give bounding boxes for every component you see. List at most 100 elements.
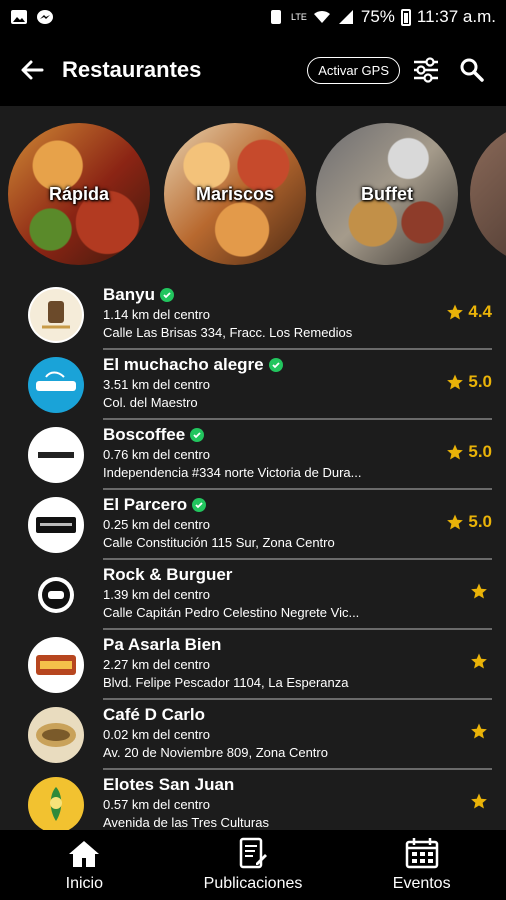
star-icon (471, 793, 487, 809)
star-icon (447, 374, 464, 390)
edit-document-icon (239, 837, 267, 869)
activate-gps-button[interactable]: Activar GPS (307, 56, 400, 84)
rating: 5.0 (446, 372, 492, 392)
restaurant-address: Calle Capitán Pedro Celestino Negrete Vi… (103, 605, 360, 620)
restaurant-distance: 3.51 km del centro (103, 377, 210, 392)
nav-posts-label: Publicaciones (203, 875, 303, 892)
app-bar: Restaurantes Activar GPS (0, 34, 506, 106)
rating-value: 5.0 (468, 512, 492, 531)
restaurant-logo (28, 567, 84, 623)
category-carousel[interactable]: Rápida Mariscos Buffet (0, 123, 506, 265)
nav-posts[interactable]: Publicaciones (169, 830, 338, 900)
restaurant-logo (28, 637, 84, 693)
verified-check-icon (159, 288, 174, 302)
rating: 4.4 (446, 302, 492, 322)
restaurant-address: Blvd. Felipe Pescador 1104, La Esperanza (103, 675, 349, 690)
back-button[interactable] (14, 52, 50, 88)
restaurant-address: Col. del Maestro (103, 395, 198, 410)
star-icon (471, 723, 487, 739)
gallery-icon (11, 10, 27, 24)
restaurant-logo (28, 707, 84, 763)
category-fast-food[interactable]: Rápida (8, 123, 150, 265)
rating (470, 652, 492, 670)
category-label: Mariscos (195, 183, 275, 204)
restaurant-address: Independencia #334 norte Victoria de Dur… (103, 465, 362, 480)
status-bar: LTE 75% 11:37 a.m. (0, 0, 506, 34)
restaurant-address: Calle Constitución 115 Sur, Zona Centro (103, 535, 335, 550)
rating: 5.0 (446, 512, 492, 532)
verified-check-icon (268, 358, 283, 372)
messenger-icon (37, 10, 53, 24)
rating-value: 5.0 (468, 372, 492, 391)
restaurant-distance: 0.57 km del centro (103, 797, 210, 812)
category-label: Buffet (361, 183, 413, 204)
restaurant-logo (28, 777, 84, 830)
restaurant-logo (28, 287, 84, 343)
star-icon (471, 653, 487, 669)
battery-percent: 75% (360, 7, 395, 26)
category-buffet[interactable]: Buffet (316, 123, 458, 265)
category-more[interactable] (470, 123, 506, 265)
filter-button[interactable] (406, 50, 446, 90)
verified-check-icon (192, 498, 207, 512)
signal-icon (338, 10, 353, 24)
network-label: LTE (291, 12, 307, 22)
arrow-left-icon (21, 60, 44, 80)
category-label: Rápida (48, 183, 109, 204)
list-item[interactable]: Elotes San Juan 0.57 km del centro Aveni… (0, 770, 506, 830)
restaurant-name: Boscoffee (103, 425, 186, 444)
verified-check-icon (190, 428, 205, 442)
list-item[interactable]: Pa Asarla Bien 2.27 km del centro Blvd. … (0, 630, 506, 700)
restaurant-distance: 0.76 km del centro (103, 447, 210, 462)
calendar-icon (405, 838, 438, 869)
clock: 11:37 a.m. (416, 7, 496, 26)
list-item[interactable]: El muchacho alegre 3.51 km del centro Co… (0, 350, 506, 420)
bottom-navigation: Inicio Publicaciones Eventos (0, 830, 506, 900)
restaurant-logo (28, 427, 84, 483)
restaurant-logo (28, 497, 84, 553)
rating-value: 5.0 (468, 442, 492, 461)
rating (470, 582, 492, 600)
restaurant-address: Avenida de las Tres Culturas (103, 815, 269, 830)
rating (470, 792, 492, 810)
sim-icon (271, 10, 282, 24)
restaurant-logo (28, 357, 84, 413)
star-icon (447, 514, 464, 530)
list-item[interactable]: Banyu 1.14 km del centro Calle Las Brisa… (0, 280, 506, 350)
sliders-icon (414, 57, 438, 83)
rating-value: 4.4 (468, 302, 492, 321)
list-item[interactable]: Boscoffee 0.76 km del centro Independenc… (0, 420, 506, 490)
restaurant-distance: 1.14 km del centro (103, 307, 210, 322)
restaurant-distance: 1.39 km del centro (103, 587, 210, 602)
search-button[interactable] (452, 50, 492, 90)
restaurant-distance: 0.02 km del centro (103, 727, 210, 742)
list-item[interactable]: Café D Carlo 0.02 km del centro Av. 20 d… (0, 700, 506, 770)
list-item[interactable]: Rock & Burguer 1.39 km del centro Calle … (0, 560, 506, 630)
page-title: Restaurantes (62, 57, 202, 82)
battery-icon (400, 8, 411, 26)
star-icon (447, 304, 464, 320)
search-icon (460, 58, 484, 82)
restaurant-name: Pa Asarla Bien (103, 635, 222, 654)
restaurant-name: Banyu (103, 285, 155, 304)
restaurant-name: Café D Carlo (103, 705, 206, 724)
restaurant-distance: 0.25 km del centro (103, 517, 210, 532)
rating (470, 722, 492, 740)
category-seafood[interactable]: Mariscos (164, 123, 306, 265)
restaurant-name: El muchacho alegre (103, 355, 264, 374)
nav-home[interactable]: Inicio (0, 830, 169, 900)
restaurant-name: Rock & Burguer (103, 565, 233, 584)
home-icon (69, 841, 100, 867)
nav-events-label: Eventos (392, 875, 451, 892)
restaurant-name: El Parcero (103, 495, 188, 514)
star-icon (447, 444, 464, 460)
restaurant-name: Elotes San Juan (103, 775, 235, 794)
wifi-icon (313, 10, 330, 23)
list-item[interactable]: El Parcero 0.25 km del centro Calle Cons… (0, 490, 506, 560)
rating: 5.0 (446, 442, 492, 462)
content-area: Rápida Mariscos Buffet Banyu 1.14 km del… (0, 106, 506, 830)
restaurant-address: Calle Las Brisas 334, Fracc. Los Remedio… (103, 325, 353, 340)
nav-home-label: Inicio (65, 875, 104, 892)
nav-events[interactable]: Eventos (337, 830, 506, 900)
star-icon (471, 583, 487, 599)
